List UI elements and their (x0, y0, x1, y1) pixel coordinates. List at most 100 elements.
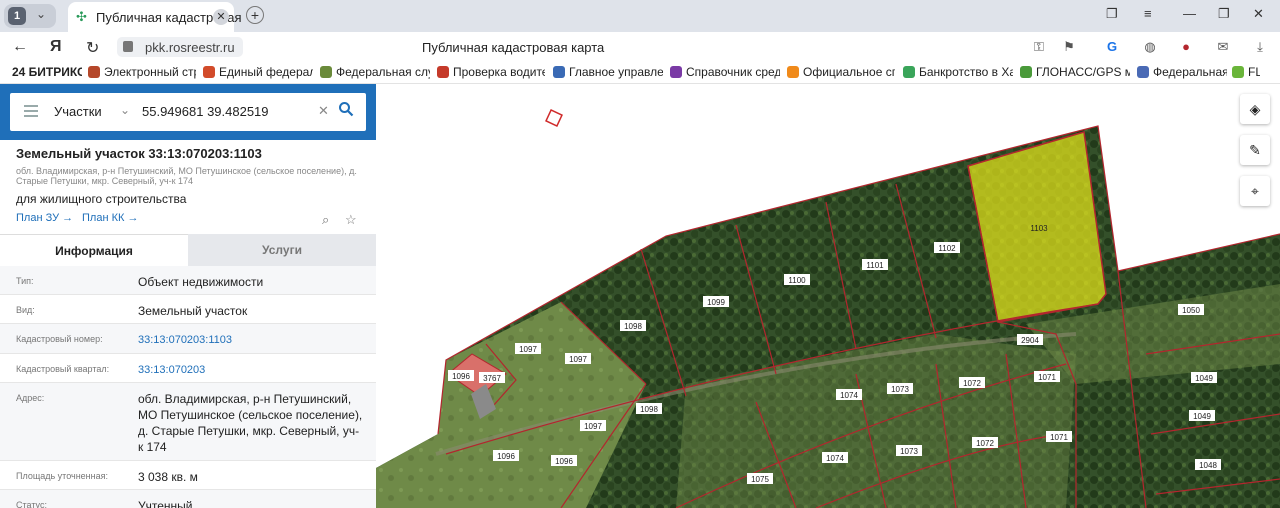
parcel-number-label: 1100 (788, 276, 806, 285)
parcel-number-label: 1102 (938, 244, 956, 253)
parcel-number-label: 1050 (1182, 306, 1200, 315)
chevron-down-icon[interactable]: ⌄ (120, 103, 130, 117)
bookmark-label: Справочник сред (686, 65, 780, 79)
ruler-icon[interactable]: ✎ (1240, 135, 1270, 165)
bookmark-label: Проверка водите (453, 65, 545, 79)
restore-icon[interactable]: ❐ (1218, 6, 1230, 22)
plan-zu-link[interactable]: План ЗУ → (16, 212, 73, 224)
close-window-icon[interactable]: ✕ (1253, 6, 1264, 22)
collections-icon[interactable]: ❐ (1106, 6, 1118, 22)
parcel-title: Земельный участок 33:13:070203:1103 (16, 146, 262, 161)
download-icon[interactable]: ⤓ (1252, 40, 1268, 54)
search-input[interactable]: 55.949681 39.482519 (142, 104, 269, 119)
parcel-number-label: 1098 (624, 322, 642, 331)
minimize-icon[interactable]: — (1183, 6, 1196, 21)
bookmark-item[interactable]: Единый федераль (203, 65, 313, 79)
bookmark-favicon-icon (1232, 66, 1244, 78)
parcel-number-label: 1099 (707, 298, 725, 307)
bookmark-label: Федеральная служ (336, 65, 430, 79)
parcel-number-label: 1096 (452, 372, 470, 381)
bookmark-label: Федеральная (1153, 65, 1227, 79)
chevron-down-icon: ⌄ (36, 7, 47, 21)
parcel-number-label: 1048 (1199, 461, 1217, 470)
bookmark-favicon-icon (1137, 66, 1149, 78)
info-row-label: Кадастровый квартал: (16, 364, 110, 374)
search-icon[interactable] (338, 101, 354, 117)
locate-icon[interactable]: ⌖ (1240, 176, 1270, 206)
info-sidebar: Участки ⌄ 55.949681 39.482519 ✕ Земельны… (0, 84, 376, 508)
parcel-number-label: 2904 (1021, 336, 1039, 345)
parcel-number-label: 1071 (1050, 433, 1068, 442)
cadastral-map[interactable]: 1103 1102 1101 1100 1099 1098 1097 1097 1096 3767… (376, 84, 1280, 508)
info-row-label: Статус: (16, 500, 47, 508)
bookmark-icon[interactable]: ⚑ (1061, 40, 1077, 54)
menu-icon[interactable] (24, 105, 38, 117)
clear-icon[interactable]: ✕ (318, 103, 329, 119)
info-row-value: обл. Владимирская, р-н Петушинский, МО П… (138, 392, 363, 454)
translate-icon[interactable]: G (1104, 40, 1120, 54)
zoom-to-icon[interactable]: ⌕ (322, 212, 329, 228)
info-row-value[interactable]: 33:13:070203 (138, 362, 363, 378)
info-row: Площадь уточненная: 3 038 кв. м (0, 461, 376, 490)
parcel-usage: для жилищного строительства (16, 192, 187, 206)
permissions-icon[interactable]: ⚿ (1031, 40, 1047, 54)
bookmark-item[interactable]: Главное управлен (553, 65, 663, 79)
search-type-select[interactable]: Участки (54, 104, 102, 119)
bookmark-item[interactable]: ГЛОНАСС/GPS мо (1020, 65, 1130, 79)
parcel-number-label: 1097 (584, 422, 602, 431)
bookmark-label: Единый федераль (219, 65, 313, 79)
new-tab-button[interactable]: + (246, 6, 264, 24)
bookmark-item[interactable]: Федеральная (1137, 65, 1227, 79)
tab-switcher-button[interactable]: 1 ⌄ (4, 4, 56, 28)
map-canvas[interactable]: 1103 1102 1101 1100 1099 1098 1097 1097 1096 3767… (376, 84, 1280, 508)
info-row-value: 3 038 кв. м (138, 470, 198, 484)
layers-icon[interactable]: ◈ (1240, 94, 1270, 124)
bookmark-label: Электронный стр (104, 65, 196, 79)
info-row-label: Кадастровый номер: (16, 334, 103, 344)
bookmark-label: Главное управлен (569, 65, 663, 79)
parcel-number-label: 1049 (1193, 412, 1211, 421)
bookmark-favicon-icon (1020, 66, 1032, 78)
bookmark-item[interactable]: Справочник сред (670, 65, 780, 79)
parcel-number-label: 1071 (1038, 373, 1056, 382)
globe-icon[interactable]: ◍ (1142, 40, 1158, 54)
active-tab[interactable]: ✣ Публичная кадастровая ✕ (68, 2, 242, 32)
bookmark-item[interactable]: Электронный стр (88, 65, 196, 79)
back-icon[interactable]: ← (12, 38, 28, 56)
parcel-address: обл. Владимирская, р-н Петушинский, МО П… (16, 166, 357, 186)
bookmark-label: FL (1248, 65, 1260, 79)
star-icon[interactable]: ☆ (345, 212, 357, 228)
search-box: Участки ⌄ 55.949681 39.482519 ✕ (10, 93, 366, 131)
bookmark-label: ГЛОНАСС/GPS мо (1036, 65, 1130, 79)
menu-icon[interactable]: ≡ (1144, 6, 1152, 21)
parcel-number-label: 1097 (569, 355, 587, 364)
bookmark-item[interactable]: Проверка водите (437, 65, 545, 79)
yandex-icon[interactable]: Я (50, 38, 62, 56)
bookmark-label: Официальное спи (803, 65, 895, 79)
url-field[interactable]: pkk.rosreestr.ru (117, 37, 243, 57)
extension-icon[interactable]: ● (1178, 40, 1194, 54)
info-row-label: Тип: (16, 276, 34, 286)
info-row-label: Площадь уточненная: (16, 471, 108, 481)
bookmark-item[interactable]: 24 БИТРИКС (12, 65, 82, 79)
info-row: Кадастровый номер: 33:13:070203:1103 (0, 324, 376, 354)
bookmark-item[interactable]: Официальное спи (787, 65, 895, 79)
bookmarks-bar: 24 БИТРИКС Электронный стр Единый федераль… (0, 62, 1280, 84)
address-bar: ← Я ↻ pkk.rosreestr.ru Публичная кадастр… (0, 32, 1280, 62)
bookmark-favicon-icon (437, 66, 449, 78)
tab-information[interactable]: Информация (0, 234, 188, 266)
bookmark-item[interactable]: Банкротство в Ха (903, 65, 1013, 79)
chat-icon[interactable]: ✉ (1215, 40, 1231, 54)
bookmark-item[interactable]: FL (1232, 65, 1260, 79)
bookmark-favicon-icon (320, 66, 332, 78)
parcel-number-label: 1101 (866, 261, 884, 270)
bookmark-item[interactable]: Федеральная служ (320, 65, 430, 79)
close-tab-icon[interactable]: ✕ (213, 9, 229, 25)
parcel-number-label: 1073 (891, 385, 909, 394)
info-row-value[interactable]: 33:13:070203:1103 (138, 332, 363, 348)
tab-count-badge: 1 (8, 7, 26, 25)
tab-services[interactable]: Услуги (188, 234, 376, 266)
parcel-number-label: 1074 (840, 391, 858, 400)
plan-kk-link[interactable]: План КК → (82, 212, 138, 224)
reload-icon[interactable]: ↻ (86, 38, 99, 58)
